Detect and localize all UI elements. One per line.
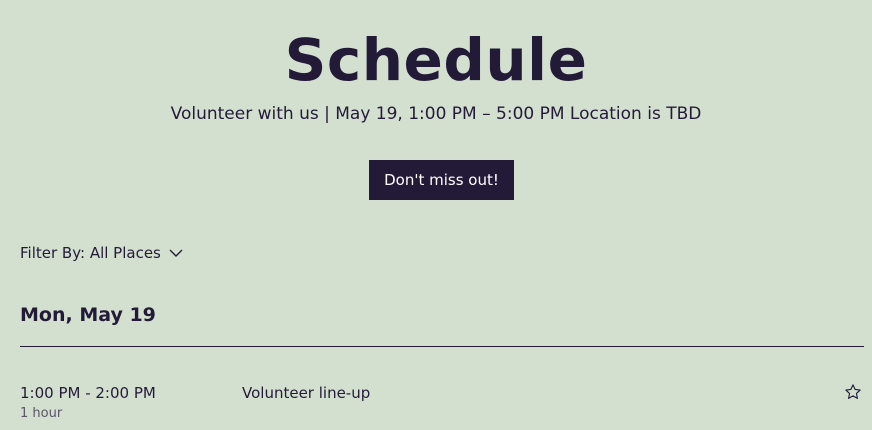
filter-dropdown[interactable]: Filter By: All Places: [20, 243, 183, 263]
star-icon[interactable]: [844, 383, 862, 401]
day-divider: [20, 346, 864, 347]
page-title: Schedule: [284, 26, 588, 94]
chevron-down-icon: [169, 249, 183, 257]
filter-label: Filter By: All Places: [20, 244, 161, 262]
event-subtitle: Volunteer with us | May 19, 1:00 PM – 5:…: [170, 104, 702, 124]
dont-miss-out-button[interactable]: Don't miss out!: [369, 160, 514, 200]
schedule-page: Schedule Volunteer with us | May 19, 1:0…: [0, 0, 872, 430]
event-duration: 1 hour: [20, 406, 63, 421]
event-time: 1:00 PM - 2:00 PM: [20, 384, 156, 402]
day-heading: Mon, May 19: [20, 304, 156, 326]
event-title[interactable]: Volunteer line-up: [242, 383, 370, 403]
